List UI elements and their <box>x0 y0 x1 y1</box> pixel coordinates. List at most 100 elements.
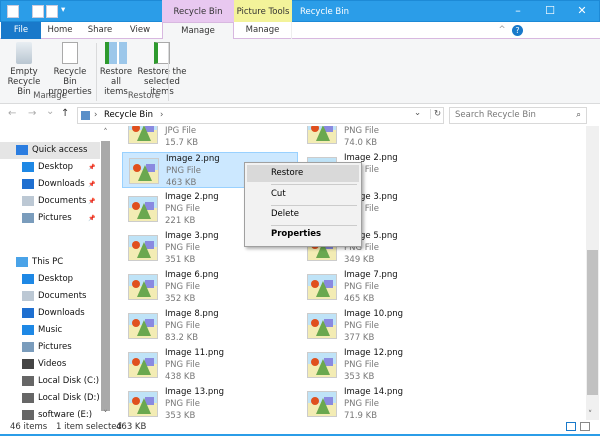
address-field[interactable]: › Recycle Bin › ⌄ ↻ <box>77 107 444 124</box>
content-scroll-down[interactable]: ˅ <box>588 410 592 420</box>
maximize-button[interactable]: ☐ <box>535 0 565 22</box>
nav-scroll-down[interactable]: ˅ <box>100 410 111 420</box>
nav-item-label: Pictures <box>38 342 72 352</box>
nav-item[interactable]: Quick access <box>0 142 100 159</box>
address-dropdown-icon[interactable]: ⌄ <box>414 108 421 118</box>
file-item[interactable]: JPG File 15.7 KB <box>122 126 298 149</box>
nav-item[interactable]: Documents 📌 <box>0 193 100 210</box>
file-type: PNG File <box>165 321 200 331</box>
file-item[interactable]: Image 7.png PNG File 465 KB <box>301 269 477 305</box>
help-icon[interactable]: ? <box>512 25 523 36</box>
file-item[interactable]: Image 14.png PNG File 71.9 KB <box>301 386 477 420</box>
file-name: Image 14.png <box>344 387 404 397</box>
file-name: Image 13.png <box>165 387 225 397</box>
file-name: Image 7.png <box>344 270 398 280</box>
up-button[interactable]: ↑ <box>61 108 69 119</box>
properties-quick-icon[interactable] <box>32 5 44 18</box>
new-folder-quick-icon[interactable] <box>46 5 58 18</box>
recycle-bin-icon <box>81 111 90 120</box>
disk-icon <box>22 376 34 386</box>
collapse-ribbon-icon[interactable]: ^ <box>496 22 508 39</box>
status-bar: 46 items 1 item selected 463 KB <box>0 420 600 436</box>
file-name: Image 10.png <box>344 309 404 319</box>
tab-view[interactable]: View <box>122 22 158 39</box>
nav-item[interactable]: Pictures 📌 <box>0 210 100 227</box>
customize-quick-access-icon[interactable]: ▾ <box>61 5 65 15</box>
tab-manage-picture[interactable]: Manage <box>234 22 292 39</box>
file-size: 377 KB <box>344 333 375 343</box>
nav-item[interactable]: Downloads <box>0 305 100 322</box>
recycle-bin-icon <box>7 5 19 18</box>
restore-all-items-button[interactable]: Restore all items <box>98 42 134 97</box>
breadcrumb-chevron[interactable]: › <box>160 110 163 120</box>
star-icon <box>16 145 28 155</box>
search-input[interactable]: Search Recycle Bin ⌕ <box>449 107 587 124</box>
file-item[interactable]: Image 12.png PNG File 353 KB <box>301 347 477 383</box>
nav-item[interactable]: Pictures <box>0 339 100 356</box>
nav-item[interactable]: Local Disk (C:) <box>0 373 100 390</box>
restore-selected-items-button[interactable]: Restore the selected items <box>136 42 188 97</box>
close-button[interactable]: ✕ <box>567 0 597 22</box>
desktop-icon <box>22 274 34 284</box>
nav-scrollbar-thumb[interactable] <box>101 141 110 411</box>
file-item[interactable]: Image 11.png PNG File 438 KB <box>122 347 298 383</box>
download-icon <box>22 179 34 189</box>
search-placeholder: Search Recycle Bin <box>455 110 536 120</box>
file-item[interactable]: PNG File 74.0 KB <box>301 126 477 149</box>
menu-item-properties[interactable]: Properties <box>247 226 359 243</box>
file-name: Image 11.png <box>165 348 225 358</box>
nav-item[interactable]: Downloads 📌 <box>0 176 100 193</box>
breadcrumb-separator[interactable]: › <box>94 110 97 120</box>
file-name: Image 2.png <box>166 154 220 164</box>
back-button[interactable]: ← <box>8 108 16 119</box>
file-size: 463 KB <box>166 178 197 188</box>
pc-icon <box>16 257 28 267</box>
image-file-icon <box>128 352 158 378</box>
nav-item-label: Local Disk (C:) <box>38 376 100 386</box>
group-divider <box>96 43 97 101</box>
tab-home[interactable]: Home <box>42 22 78 39</box>
file-item[interactable]: Image 13.png PNG File 353 KB <box>122 386 298 420</box>
file-item[interactable]: Image 10.png PNG File 377 KB <box>301 308 477 344</box>
menu-item-delete[interactable]: Delete <box>247 206 359 223</box>
nav-item[interactable]: Desktop 📌 <box>0 159 100 176</box>
file-size: 221 KB <box>165 216 196 226</box>
nav-item[interactable]: Desktop <box>0 271 100 288</box>
tab-manage-recycle-bin[interactable]: Manage <box>162 22 234 40</box>
navigation-pane: Quick access Desktop 📌 Downloads 📌 Documents 📌… <box>0 126 111 420</box>
breadcrumb-recycle-bin[interactable]: Recycle Bin <box>104 110 153 120</box>
menu-item-cut[interactable]: Cut <box>247 186 359 203</box>
forward-button[interactable]: → <box>28 108 36 119</box>
pin-icon: 📌 <box>88 181 96 188</box>
refresh-button[interactable]: ↻ <box>430 109 441 119</box>
details-view-button[interactable] <box>566 422 576 431</box>
nav-scroll-up[interactable]: ˄ <box>100 128 111 138</box>
empty-recycle-bin-button[interactable]: Empty Recycle Bin <box>4 42 44 97</box>
nav-item[interactable]: This PC <box>0 254 100 271</box>
file-item[interactable]: Image 6.png PNG File 352 KB <box>122 269 298 305</box>
context-tab-picture-tools: Picture Tools <box>234 0 292 22</box>
videos-icon <box>22 359 34 369</box>
tab-share[interactable]: Share <box>82 22 118 39</box>
tab-file[interactable]: File <box>1 22 41 39</box>
file-type: PNG File <box>165 204 200 214</box>
item-count: 46 items <box>10 422 48 432</box>
file-item[interactable]: Image 8.png PNG File 83.2 KB <box>122 308 298 344</box>
file-type: PNG File <box>344 360 379 370</box>
nav-item[interactable]: Local Disk (D:) <box>0 390 100 407</box>
nav-item-label: Downloads <box>38 179 85 189</box>
recent-locations-button[interactable]: ⌄ <box>46 106 54 117</box>
minimize-button[interactable]: – <box>503 0 533 22</box>
content-scrollbar-thumb[interactable] <box>587 250 598 395</box>
selection-count: 1 item selected <box>56 422 122 432</box>
nav-item[interactable]: Videos <box>0 356 100 373</box>
nav-item-label: Pictures <box>38 213 72 223</box>
nav-item[interactable]: Documents <box>0 288 100 305</box>
nav-item[interactable]: Music <box>0 322 100 339</box>
file-size: 438 KB <box>165 372 196 382</box>
desktop-icon <box>22 162 34 172</box>
large-icons-view-button[interactable] <box>580 422 590 431</box>
menu-item-restore[interactable]: Restore <box>247 165 359 182</box>
recycle-bin-properties-button[interactable]: Recycle Bin properties <box>46 42 94 97</box>
file-type: PNG File <box>344 126 379 136</box>
